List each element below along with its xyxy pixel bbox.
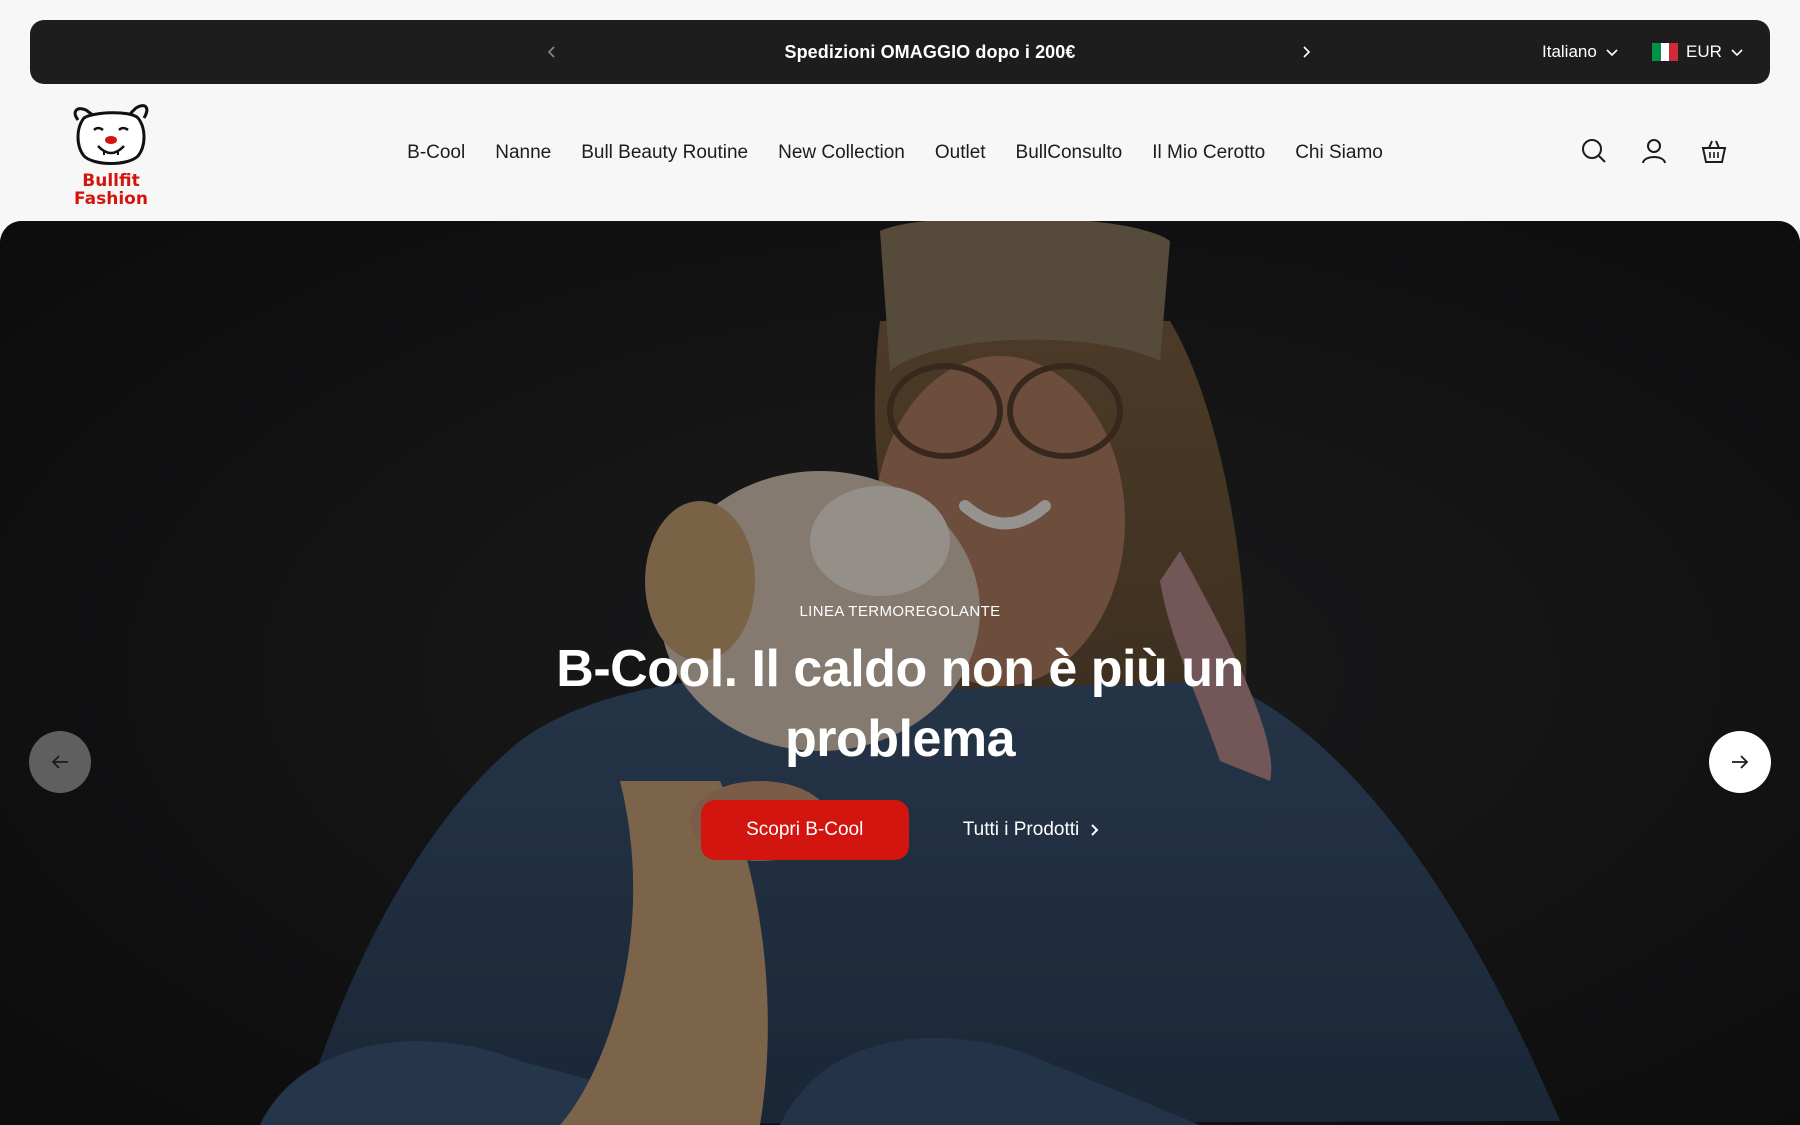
account-icon <box>1642 139 1666 164</box>
hero-eyebrow: LINEA TERMOREGOLANTE <box>799 603 1001 620</box>
announcement-next-button[interactable] <box>1292 38 1320 66</box>
discover-b-cool-button[interactable]: Scopri B-Cool <box>700 800 909 860</box>
announcement-prev-button[interactable] <box>538 38 566 66</box>
chevron-down-icon <box>1731 49 1743 57</box>
chevron-right-icon <box>1091 824 1099 836</box>
all-products-link[interactable]: Tutti i Prodotti <box>963 819 1100 841</box>
nav-item-b-cool[interactable]: B-Cool <box>407 142 465 164</box>
nav-item-outlet[interactable]: Outlet <box>935 142 986 164</box>
hero-ctas: Scopri B-Cool Tutti i Prodotti <box>700 800 1100 860</box>
nav-item-chi-siamo[interactable]: Chi Siamo <box>1295 142 1383 164</box>
chevron-right-icon <box>1303 46 1311 58</box>
language-label: Italiano <box>1542 42 1597 61</box>
search-icon <box>1582 139 1606 163</box>
main-nav: B-Cool Nanne Bull Beauty Routine New Col… <box>0 84 1800 221</box>
search-button[interactable] <box>1580 137 1608 165</box>
site-header: Bullfit Fashion B-Cool Nanne Bull Beauty… <box>0 84 1800 221</box>
italy-flag-icon <box>1652 43 1679 61</box>
language-selector[interactable]: Italiano <box>1542 20 1619 84</box>
nav-item-bull-beauty-routine[interactable]: Bull Beauty Routine <box>581 142 748 164</box>
arrow-left-icon <box>51 755 68 769</box>
cart-button[interactable] <box>1700 137 1728 165</box>
chevron-left-icon <box>547 46 555 58</box>
nav-item-nanne[interactable]: Nanne <box>495 142 551 164</box>
cart-basket-icon <box>1701 140 1727 163</box>
header-actions <box>1580 137 1728 165</box>
hero-headline: B-Cool. Il caldo non è più un problema <box>556 640 1244 768</box>
currency-selector[interactable]: EUR <box>1652 20 1744 84</box>
svg-text:Fashion: Fashion <box>74 189 148 209</box>
nav-item-bullconsulto[interactable]: BullConsulto <box>1016 142 1123 164</box>
all-products-label: Tutti i Prodotti <box>962 819 1080 840</box>
account-button[interactable] <box>1640 137 1668 165</box>
currency-label: EUR <box>1686 42 1722 61</box>
chevron-down-icon <box>1606 49 1618 57</box>
nav-item-il-mio-cerotto[interactable]: Il Mio Cerotto <box>1152 142 1265 164</box>
hero-prev-button[interactable] <box>29 731 91 793</box>
announcement-bar: Spedizioni OMAGGIO dopo i 200€ Italiano … <box>30 20 1770 84</box>
announcement-message: Spedizioni OMAGGIO dopo i 200€ <box>784 41 1076 62</box>
svg-text:Bullfit: Bullfit <box>82 171 139 191</box>
nav-item-new-collection[interactable]: New Collection <box>778 142 905 164</box>
arrow-right-icon <box>1732 755 1749 769</box>
hero-slideshow: LINEA TERMOREGOLANTE B-Cool. Il caldo no… <box>0 221 1800 1125</box>
bulldog-logo-icon: Bullfit Fashion <box>73 104 149 209</box>
bullfit-logo[interactable]: Bullfit Fashion <box>66 98 156 210</box>
hero-next-button[interactable] <box>1709 731 1771 793</box>
hero-caption: LINEA TERMOREGOLANTE B-Cool. Il caldo no… <box>0 601 1800 860</box>
